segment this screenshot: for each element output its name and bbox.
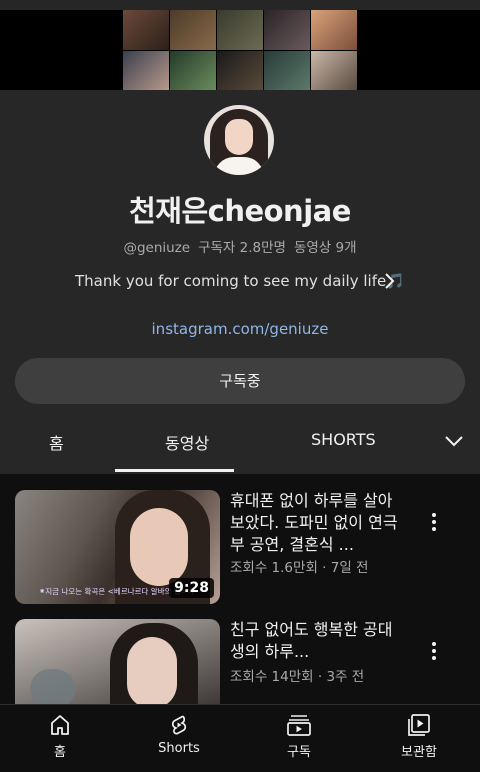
thumbnail-face <box>127 637 177 709</box>
banner-photo <box>170 50 216 90</box>
chevron-right-icon[interactable] <box>380 272 398 290</box>
avatar-face <box>225 119 253 155</box>
channel-meta: @geniuze 구독자 2.8만명 동영상 9개 <box>0 236 480 256</box>
tab-home[interactable]: 홈 <box>49 430 64 454</box>
tab-videos[interactable]: 동영상 <box>165 430 209 454</box>
video-thumbnail[interactable]: ⁕지금 나오는 확곡은 <베르나르다 알바의 집>이 9:28 <box>15 490 220 604</box>
banner-photo <box>217 50 263 90</box>
nav-home-label: 홈 <box>54 745 66 760</box>
video-stats: 조회수 1.6만회 · 7일 전 <box>230 560 369 576</box>
channel-banner <box>123 10 357 90</box>
banner-photo <box>264 50 310 90</box>
nav-library[interactable]: 보관함 <box>379 713 459 760</box>
channel-description[interactable]: Thank you for coming to see my daily lif… <box>75 272 405 290</box>
nav-home[interactable]: 홈 <box>20 713 100 760</box>
active-tab-indicator <box>115 469 234 472</box>
video-item[interactable]: 친구 없어도 행복한 공대생의 하루... 조회수 14만회 · 3주 전 <box>0 619 480 709</box>
banner-photo <box>264 10 310 50</box>
banner-photo <box>123 10 169 50</box>
banner-photo <box>123 50 169 90</box>
nav-subscriptions[interactable]: 구독 <box>259 713 339 760</box>
more-options-icon[interactable] <box>426 510 442 532</box>
video-duration: 9:28 <box>169 578 214 598</box>
video-title[interactable]: 친구 없어도 행복한 공대생의 하루... <box>230 619 400 663</box>
subscribe-button[interactable]: 구독중 <box>15 358 465 404</box>
library-icon <box>408 714 430 736</box>
channel-header: 천재은cheonjae @geniuze 구독자 2.8만명 동영상 9개 Than… <box>0 90 480 474</box>
video-item[interactable]: ⁕지금 나오는 확곡은 <베르나르다 알바의 집>이 9:28 휴대폰 없이 하… <box>0 490 480 604</box>
channel-avatar[interactable] <box>204 105 274 175</box>
nav-shorts[interactable]: Shorts <box>139 713 219 756</box>
video-stats: 조회수 14만회 · 3주 전 <box>230 669 365 685</box>
video-thumbnail[interactable] <box>15 619 220 709</box>
banner-photo <box>311 10 357 50</box>
shorts-icon <box>171 715 187 735</box>
tab-shorts[interactable]: SHORTS <box>311 430 376 449</box>
status-strip <box>0 0 480 10</box>
nav-shorts-label: Shorts <box>158 741 200 756</box>
video-title[interactable]: 휴대폰 없이 하루를 살아보았다. 도파민 없이 연극부 공연, 결혼식 ... <box>230 490 400 556</box>
bottom-navigation: 홈 Shorts 구독 보관함 <box>0 704 480 772</box>
nav-subscriptions-label: 구독 <box>287 745 311 760</box>
home-icon <box>51 715 69 735</box>
thumbnail-face <box>130 508 188 586</box>
thumbnail-blur <box>30 669 75 709</box>
channel-link[interactable]: instagram.com/geniuze <box>0 320 480 338</box>
chevron-down-icon[interactable] <box>443 432 465 450</box>
banner-photo <box>217 10 263 50</box>
banner-photo <box>170 10 216 50</box>
subscriber-count: 구독자 2.8만명 <box>198 240 286 256</box>
more-options-icon[interactable] <box>426 639 442 661</box>
channel-handle: @geniuze <box>123 240 191 256</box>
channel-name: 천재은cheonjae <box>129 194 351 228</box>
banner-photo <box>311 50 357 90</box>
subscriptions-icon <box>287 715 311 736</box>
video-count: 동영상 9개 <box>293 240 357 256</box>
nav-library-label: 보관함 <box>401 745 437 760</box>
